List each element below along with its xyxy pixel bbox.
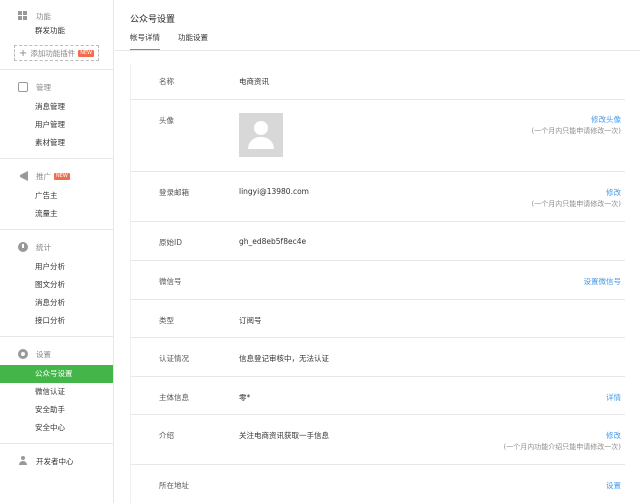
sidebar-item-wechat-verification[interactable]: 微信认证: [0, 383, 113, 401]
detail-row-wechat-id: 微信号 设置微信号: [131, 261, 625, 300]
sidebar-item-mass-send[interactable]: 群发功能: [0, 22, 113, 40]
sidebar-item-article-analysis[interactable]: 图文分析: [0, 276, 113, 294]
tab-bar: 帐号详情 功能设置: [130, 31, 226, 51]
sidebar-item-message-analysis[interactable]: 消息分析: [0, 294, 113, 312]
intro-value: 关注电商资讯获取一手信息: [239, 431, 329, 440]
sidebar-item-user-analysis[interactable]: 用户分析: [0, 258, 113, 276]
row-label: 头像: [159, 116, 174, 125]
type-value: 订阅号: [239, 316, 262, 325]
sidebar-item-advertiser[interactable]: 广告主: [0, 187, 113, 205]
sidebar-item-account-settings[interactable]: 公众号设置: [0, 365, 113, 383]
section-settings: 设置 公众号设置 微信认证 安全助手 安全中心: [0, 343, 113, 437]
avatar-hint: (一个月内只能申请修改一次): [531, 127, 621, 135]
tab-function-settings[interactable]: 功能设置: [178, 31, 208, 51]
divider: [0, 229, 113, 230]
change-email-link[interactable]: 修改: [606, 187, 621, 198]
entity-value: 零*: [239, 393, 251, 402]
row-label: 认证情况: [159, 354, 189, 363]
section-title: 设置: [36, 349, 51, 359]
main-content: 公众号设置 帐号详情 功能设置 名称 电商资讯 头像 修改头像 (一个月内只能申…: [115, 0, 640, 503]
email-value: lingyi@13980.com: [239, 187, 309, 196]
add-plugin-button[interactable]: + 添加功能插件 NEW: [14, 45, 99, 61]
section-statistics: 统计 用户分析 图文分析 消息分析 接口分析: [0, 236, 113, 330]
section-title: 推广: [36, 171, 51, 181]
row-label: 微信号: [159, 277, 182, 286]
divider: [0, 69, 113, 70]
section-title: 管理: [36, 82, 51, 92]
sidebar-item-users[interactable]: 用户管理: [0, 116, 113, 134]
row-label: 登录邮箱: [159, 188, 189, 197]
divider: [0, 158, 113, 159]
grid-icon: [18, 11, 28, 21]
section-function: 功能 群发功能: [0, 0, 113, 40]
divider: [0, 443, 113, 444]
section-management: 管理 消息管理 用户管理 素材管理: [0, 76, 113, 152]
original-id-value: gh_ed8eb5f8ec4e: [239, 237, 307, 246]
detail-row-intro: 介绍 关注电商资讯获取一手信息 修改 (一个月内功能介绍只能申请修改一次): [131, 415, 625, 465]
section-promotion: 推广 NEW 广告主 流量主: [0, 165, 113, 223]
email-hint: (一个月内只能申请修改一次): [531, 200, 621, 208]
sidebar-item-security-center[interactable]: 安全中心: [0, 419, 113, 437]
detail-row-verification: 认证情况 信息登记审核中，无法认证: [131, 338, 625, 377]
new-badge: NEW: [78, 49, 95, 57]
section-title: 开发者中心: [36, 456, 74, 466]
row-label: 原始ID: [159, 238, 182, 247]
section-title: 统计: [36, 242, 51, 252]
row-label: 名称: [159, 77, 174, 86]
user-icon: [18, 456, 28, 466]
sidebar-item-publisher[interactable]: 流量主: [0, 205, 113, 223]
tray-icon: [18, 82, 28, 92]
account-details-panel: 名称 电商资讯 头像 修改头像 (一个月内只能申请修改一次) 登录邮箱 ling…: [130, 63, 625, 503]
tab-account-details[interactable]: 帐号详情: [130, 31, 160, 51]
divider: [0, 336, 113, 337]
row-label: 所在地址: [159, 481, 189, 490]
sidebar: 功能 群发功能 + 添加功能插件 NEW 管理 消息管理 用户管理 素材管理 推…: [0, 0, 114, 503]
add-plugin-label: 添加功能插件: [30, 48, 76, 58]
clock-icon: [18, 242, 28, 252]
verification-value: 信息登记审核中，无法认证: [239, 354, 329, 363]
sidebar-item-security-assistant[interactable]: 安全助手: [0, 401, 113, 419]
row-label: 主体信息: [159, 393, 189, 402]
detail-row-original-id: 原始ID gh_ed8eb5f8ec4e: [131, 222, 625, 261]
plus-icon: +: [18, 47, 28, 59]
detail-row-email: 登录邮箱 lingyi@13980.com 修改 (一个月内只能申请修改一次): [131, 172, 625, 222]
entity-details-link[interactable]: 详情: [606, 392, 621, 403]
new-badge: NEW: [54, 172, 70, 180]
detail-row-name: 名称 电商资讯: [131, 63, 625, 100]
section-title: 功能: [36, 11, 51, 21]
detail-row-type: 类型 订阅号: [131, 300, 625, 338]
avatar: [239, 113, 283, 157]
sidebar-item-messages[interactable]: 消息管理: [0, 98, 113, 116]
speaker-icon: [18, 171, 28, 181]
detail-row-address: 所在地址 设置: [131, 465, 625, 503]
sidebar-item-api-analysis[interactable]: 接口分析: [0, 312, 113, 330]
set-wechat-id-link[interactable]: 设置微信号: [584, 276, 622, 287]
sidebar-item-materials[interactable]: 素材管理: [0, 134, 113, 152]
name-value: 电商资讯: [239, 77, 269, 86]
tab-divider: [115, 50, 640, 51]
row-label: 介绍: [159, 431, 174, 440]
page-title: 公众号设置: [130, 15, 176, 25]
developer-center-link[interactable]: 开发者中心: [0, 450, 113, 472]
intro-hint: (一个月内功能介绍只能申请修改一次): [503, 443, 621, 451]
detail-row-entity: 主体信息 零* 详情: [131, 377, 625, 415]
change-avatar-link[interactable]: 修改头像: [591, 114, 621, 125]
row-label: 类型: [159, 316, 174, 325]
detail-row-avatar: 头像 修改头像 (一个月内只能申请修改一次): [131, 100, 625, 172]
change-intro-link[interactable]: 修改: [606, 430, 621, 441]
gear-icon: [18, 349, 28, 359]
section-developer[interactable]: 开发者中心: [0, 450, 113, 472]
set-address-link[interactable]: 设置: [606, 480, 621, 491]
